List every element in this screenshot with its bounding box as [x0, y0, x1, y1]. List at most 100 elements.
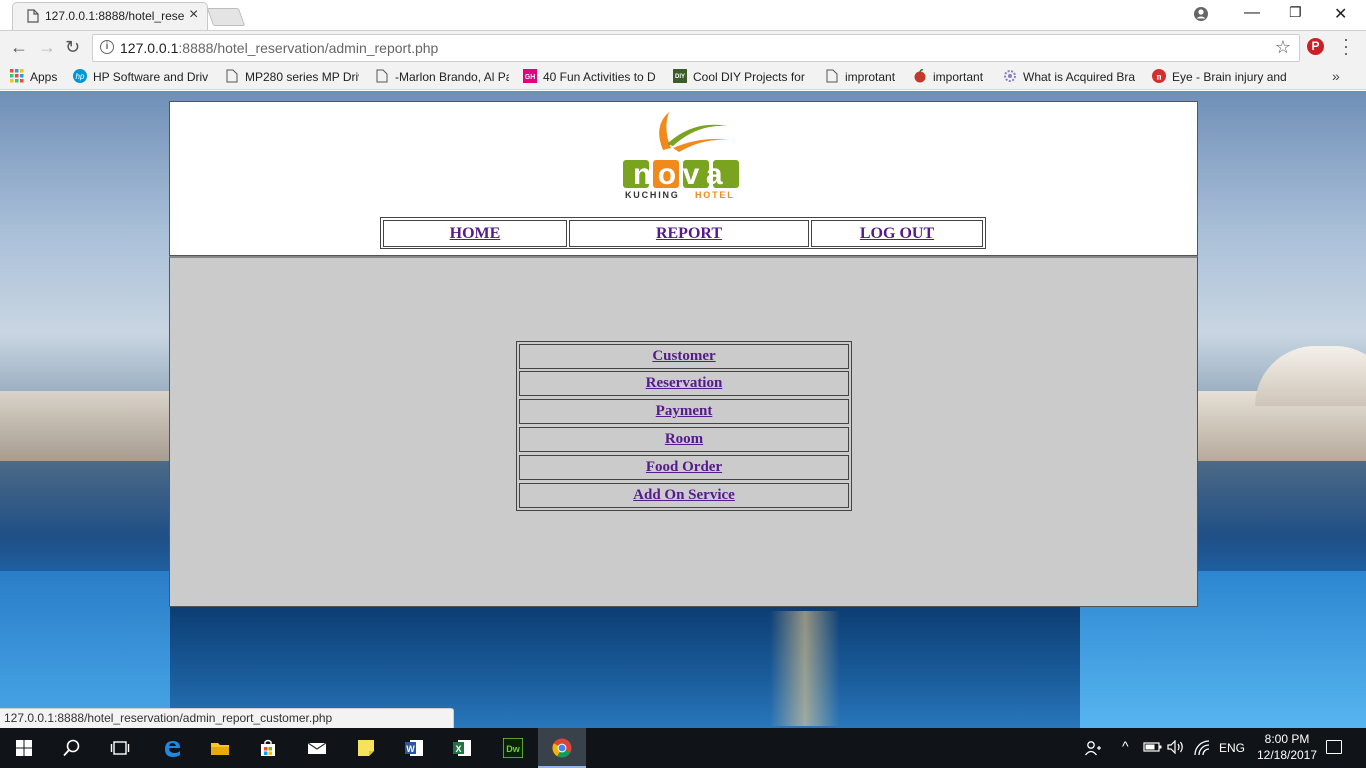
svg-text:HOTEL: HOTEL: [695, 190, 735, 200]
site-header: nova KUCHING HOTEL HOME REPORT LOG OUT: [169, 101, 1198, 256]
bookmark-fun-activities[interactable]: GH 40 Fun Activities to D: [523, 68, 661, 86]
new-tab-button[interactable]: [206, 8, 246, 26]
report-menu-row: Reservation: [519, 371, 849, 396]
task-view-button[interactable]: [96, 728, 144, 768]
bookmarks-overflow-icon[interactable]: »: [1332, 68, 1340, 84]
mail-icon: [307, 742, 327, 754]
svg-text:nova: nova: [633, 158, 729, 191]
edge-icon: [165, 741, 180, 757]
nav-logout: LOG OUT: [811, 220, 983, 247]
maximize-button[interactable]: ❐: [1289, 4, 1302, 21]
forward-arrow-icon[interactable]: →: [38, 37, 56, 58]
windows-logo-icon: [16, 740, 32, 756]
search-icon: [63, 739, 80, 757]
report-content: Customer Reservation Payment Room Food O…: [169, 256, 1198, 607]
system-clock[interactable]: 8:00 PM 12/18/2017: [1254, 731, 1320, 763]
page-icon: [226, 69, 238, 83]
page-icon: [376, 69, 388, 83]
page-viewport: nova KUCHING HOTEL HOME REPORT LOG OUT C…: [0, 91, 1366, 728]
dreamweaver-icon: Dw: [503, 738, 523, 758]
bookmarks-bar: Apps hp HP Software and Driv MP280 series…: [0, 64, 1366, 90]
browser-title-bar: 127.0.0.1:8888/hotel_reservation/admin_r…: [0, 0, 1366, 30]
chrome-icon: [552, 738, 572, 758]
svg-text:X: X: [455, 744, 461, 754]
store-bag-icon: [261, 739, 275, 756]
reservation-report-link[interactable]: Reservation: [646, 375, 723, 391]
food-order-report-link[interactable]: Food Order: [646, 459, 722, 475]
hp-icon: hp: [73, 69, 87, 83]
apple-icon: [914, 69, 926, 83]
edge-app[interactable]: [148, 728, 196, 768]
bookmark-important[interactable]: important: [913, 68, 993, 86]
folder-icon: [211, 743, 229, 755]
svg-text:n: n: [1156, 72, 1161, 82]
nav-report: REPORT: [569, 220, 809, 247]
show-hidden-icons-icon[interactable]: ^: [1122, 738, 1129, 768]
language-indicator[interactable]: ENG: [1219, 728, 1245, 768]
report-menu-row: Customer: [519, 344, 849, 369]
word-app[interactable]: W: [390, 728, 438, 768]
sticky-notes-icon: [358, 740, 374, 756]
status-bar-url: 127.0.0.1:8888/hotel_reservation/admin_r…: [0, 708, 454, 728]
task-view-icon: [110, 741, 130, 755]
logout-link[interactable]: LOG OUT: [860, 225, 934, 242]
room-report-link[interactable]: Room: [665, 431, 703, 447]
bookmark-star-icon[interactable]: ☆: [1275, 37, 1291, 58]
back-arrow-icon[interactable]: ←: [10, 37, 28, 58]
file-explorer-app[interactable]: [196, 728, 244, 768]
main-nav: HOME REPORT LOG OUT: [380, 217, 986, 249]
background-photo: [0, 571, 170, 728]
chrome-menu-icon[interactable]: · · ·: [1343, 30, 1349, 62]
windows-taskbar: W X Dw ^ ENG 8:00 PM 12/18/2017: [0, 728, 1366, 768]
gear-flower-icon: [1004, 70, 1016, 82]
chrome-app[interactable]: [538, 728, 586, 768]
tab-close-icon[interactable]: ×: [189, 6, 198, 24]
bookmark-improtant[interactable]: improtant: [825, 68, 905, 86]
nova-hotel-logo: nova KUCHING HOTEL: [623, 112, 739, 200]
tab-title: 127.0.0.1:8888/hotel_reservation/admin_r…: [45, 9, 185, 23]
bookmark-marlon-brando[interactable]: -Marlon Brando, Al Pa: [375, 68, 509, 86]
pinterest-icon[interactable]: P: [1307, 38, 1324, 55]
bookmark-eye-brain[interactable]: n Eye - Brain injury and: [1152, 68, 1289, 86]
toolbar: ← → ↻ i 127.0.0.1:8888/hotel_reservation…: [0, 30, 1366, 64]
bookmark-acquired-brain[interactable]: What is Acquired Bra: [1003, 68, 1138, 86]
excel-app[interactable]: X: [438, 728, 486, 768]
customer-report-link[interactable]: Customer: [652, 348, 715, 364]
bookmark-apps[interactable]: Apps: [10, 68, 65, 86]
bookmark-diy-projects[interactable]: DIY Cool DIY Projects for: [673, 68, 808, 86]
search-button[interactable]: [48, 728, 96, 768]
bookmark-mp280[interactable]: MP280 series MP Driv: [225, 68, 359, 86]
report-menu: Customer Reservation Payment Room Food O…: [516, 341, 852, 511]
svg-text:W: W: [406, 744, 415, 754]
svg-text:hp: hp: [76, 72, 85, 81]
store-app[interactable]: [244, 728, 292, 768]
svg-text:DIY: DIY: [675, 74, 685, 80]
browser-tab[interactable]: 127.0.0.1:8888/hotel_reservation/admin_r…: [12, 2, 208, 30]
profile-icon[interactable]: [1193, 6, 1209, 22]
bookmark-hp[interactable]: hp HP Software and Driv: [73, 68, 209, 86]
mail-app[interactable]: [293, 728, 341, 768]
red-circle-icon: n: [1152, 69, 1166, 83]
minimize-button[interactable]: —: [1244, 4, 1260, 22]
close-window-button[interactable]: ✕: [1334, 4, 1347, 24]
reload-icon[interactable]: ↻: [65, 37, 80, 58]
address-bar[interactable]: i 127.0.0.1:8888/hotel_reservation/admin…: [92, 34, 1300, 62]
action-center-icon[interactable]: [1326, 740, 1342, 754]
gh-icon: GH: [523, 69, 537, 83]
dreamweaver-app[interactable]: Dw: [489, 728, 537, 768]
payment-report-link[interactable]: Payment: [656, 403, 713, 419]
word-icon: W: [405, 740, 423, 756]
home-link[interactable]: HOME: [450, 225, 501, 242]
sticky-notes-app[interactable]: [342, 728, 390, 768]
url-text: 127.0.0.1:8888/hotel_reservation/admin_r…: [120, 40, 439, 56]
background-photo: [770, 611, 840, 726]
background-photo: [1255, 346, 1366, 406]
start-button[interactable]: [0, 728, 48, 768]
page-icon: [826, 69, 838, 83]
add-on-service-report-link[interactable]: Add On Service: [633, 487, 735, 503]
report-menu-row: Add On Service: [519, 483, 849, 508]
report-link[interactable]: REPORT: [656, 225, 722, 242]
info-icon[interactable]: i: [100, 40, 114, 54]
apps-grid-icon: [10, 69, 24, 83]
svg-text:Dw: Dw: [506, 744, 520, 754]
